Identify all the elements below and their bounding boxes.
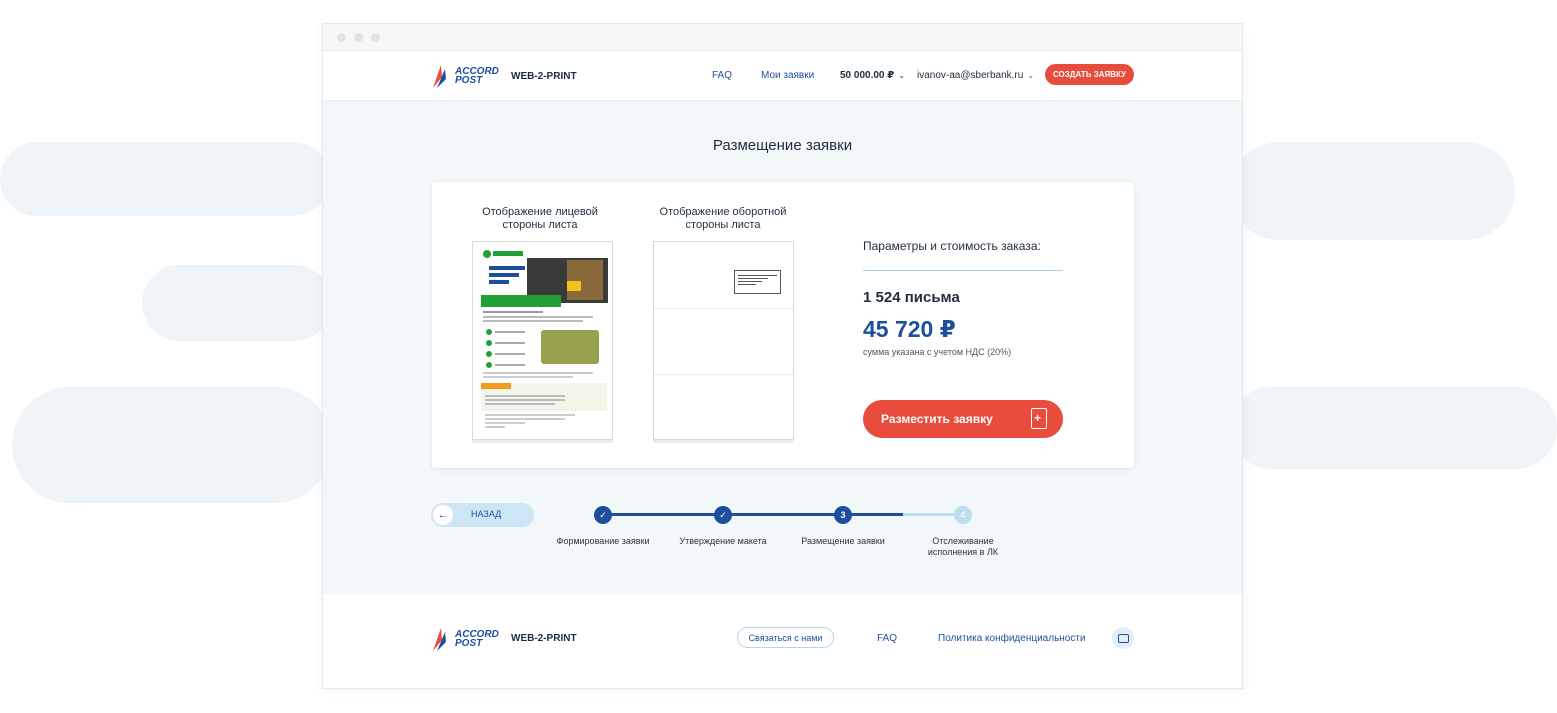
step-4-pending: 4: [954, 506, 972, 524]
window-titlebar: [323, 24, 1242, 51]
order-price: 45 720 ₽: [863, 316, 956, 342]
window-dot: [371, 33, 380, 42]
balance-dropdown[interactable]: 50 000.00 ₽ ⌄: [840, 70, 905, 81]
step-3-label: Размещение заявки: [801, 536, 885, 546]
front-side-label: Отображение лицевой стороны листа: [482, 206, 598, 231]
background-shape: [1230, 387, 1557, 469]
document-add-icon: [1031, 408, 1047, 429]
background-shape: [12, 387, 332, 503]
sail-logo-icon: [433, 628, 446, 651]
window-dot: [354, 33, 363, 42]
user-dropdown[interactable]: ivanov-aa@sberbank.ru ⌄: [917, 70, 1034, 81]
arrow-left-icon: ←: [433, 505, 453, 525]
footer-faq-link[interactable]: FAQ: [877, 633, 897, 644]
letters-count: 1 524 письма: [863, 289, 960, 306]
background-shape: [0, 142, 330, 216]
back-side-preview[interactable]: [653, 241, 794, 440]
step-2-label: Утверждение макета: [679, 536, 767, 546]
user-email: ivanov-aa@sberbank.ru: [917, 70, 1024, 81]
top-header: ACCORD POST WEB-2-PRINT FAQ Мои заявки 5…: [323, 51, 1242, 101]
background-shape: [1230, 142, 1515, 240]
footer-logo-line2: POST: [455, 638, 483, 649]
params-divider: [863, 270, 1063, 271]
params-title: Параметры и стоимость заказа:: [863, 239, 1041, 253]
address-window-box: [734, 270, 781, 294]
sail-logo-icon: [433, 65, 446, 88]
privacy-policy-link[interactable]: Политика конфиденциальности: [938, 633, 1086, 644]
contact-us-button[interactable]: Связаться с нами: [737, 627, 834, 648]
front-side-preview[interactable]: [472, 241, 613, 440]
background-shape: [142, 265, 332, 341]
step-3-current: 3: [834, 506, 852, 524]
logo-line2: POST: [455, 75, 483, 86]
step-1-done-check-icon: ✓: [594, 506, 612, 524]
back-button[interactable]: ← НАЗАД: [431, 503, 534, 527]
step-2-done-check-icon: ✓: [714, 506, 732, 524]
create-order-button[interactable]: СОЗДАТЬ ЗАЯВКУ: [1045, 64, 1134, 85]
back-side-label: Отображение оборотной стороны листа: [659, 206, 787, 231]
balance-value: 50 000.00 ₽: [840, 70, 895, 81]
browser-window: ACCORD POST WEB-2-PRINT FAQ Мои заявки 5…: [322, 23, 1243, 689]
nav-my-orders[interactable]: Мои заявки: [761, 70, 814, 81]
front-side-layout-image: [477, 246, 608, 428]
chevron-down-icon: ⌄: [898, 71, 905, 80]
page-title: Размещение заявки: [712, 137, 853, 154]
brand-name: WEB-2-PRINT: [511, 71, 577, 82]
place-order-button[interactable]: Разместить заявку: [863, 400, 1063, 438]
footer: ACCORD POST WEB-2-PRINT Связаться с нами…: [323, 594, 1242, 688]
vat-note: сумма указана с учетом НДС (20%): [863, 347, 1012, 357]
place-order-label: Разместить заявку: [881, 412, 993, 426]
footer-logo[interactable]: ACCORD POST: [431, 626, 499, 652]
order-summary-card: Отображение лицевой стороны листа Отобра…: [431, 181, 1135, 469]
fold-line: [654, 374, 793, 375]
step-1-label: Формирование заявки: [556, 536, 650, 546]
window-dot: [337, 33, 346, 42]
accord-post-logo[interactable]: ACCORD POST: [431, 63, 499, 89]
footer-brand: WEB-2-PRINT: [511, 633, 577, 644]
chat-icon[interactable]: [1112, 627, 1134, 649]
fold-line: [654, 308, 793, 309]
step-4-label: Отслеживание исполнения в ЛК: [927, 536, 999, 557]
back-button-label: НАЗАД: [471, 509, 502, 519]
chevron-down-icon: ⌄: [1027, 71, 1035, 80]
nav-faq[interactable]: FAQ: [712, 70, 732, 81]
